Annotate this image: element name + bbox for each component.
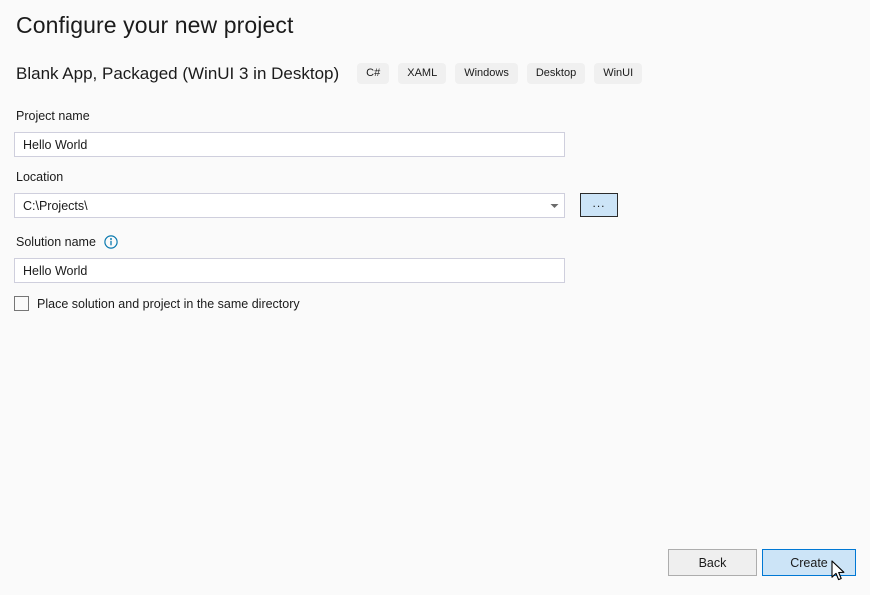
place-in-same-directory-label: Place solution and project in the same d… <box>37 297 300 311</box>
tag-pill-winui: WinUI <box>594 63 642 84</box>
place-in-same-directory-checkbox[interactable] <box>14 296 29 311</box>
solution-name-input[interactable] <box>14 258 565 283</box>
browse-location-button[interactable]: ... <box>580 193 618 217</box>
info-icon[interactable] <box>104 235 118 249</box>
solution-name-label-text: Solution name <box>16 235 96 249</box>
location-value: C:\Projects\ <box>15 199 544 213</box>
page-title: Configure your new project <box>16 12 293 39</box>
template-summary: Blank App, Packaged (WinUI 3 in Desktop)… <box>16 63 651 84</box>
tag-pill-desktop: Desktop <box>527 63 585 84</box>
chevron-down-icon[interactable] <box>544 194 564 217</box>
tag-pill-xaml: XAML <box>398 63 446 84</box>
location-label: Location <box>16 170 63 184</box>
location-combobox[interactable]: C:\Projects\ <box>14 193 565 218</box>
place-in-same-directory-checkbox-row[interactable]: Place solution and project in the same d… <box>14 296 300 311</box>
tag-pill-windows: Windows <box>455 63 518 84</box>
create-button[interactable]: Create <box>762 549 856 576</box>
back-button[interactable]: Back <box>668 549 757 576</box>
template-name: Blank App, Packaged (WinUI 3 in Desktop) <box>16 64 339 84</box>
solution-name-label: Solution name <box>16 235 118 249</box>
project-name-input[interactable] <box>14 132 565 157</box>
project-name-label: Project name <box>16 109 90 123</box>
tag-pill-csharp: C# <box>357 63 389 84</box>
